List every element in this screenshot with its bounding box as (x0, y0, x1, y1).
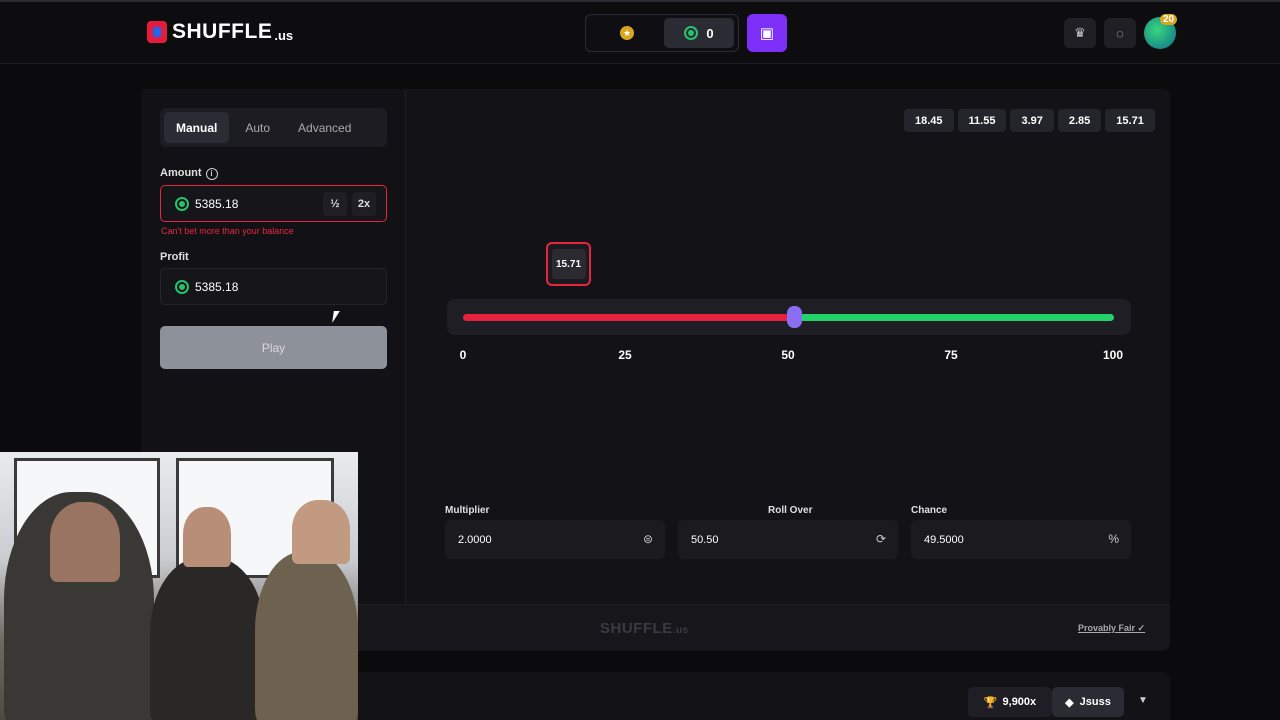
rollover-field[interactable]: 50.50 ⟳ (678, 520, 898, 559)
chat-icon: ◌ (1116, 25, 1124, 41)
profit-label: Profit (160, 251, 189, 263)
profit-field[interactable]: 5385.18 (160, 268, 387, 305)
logo-mark-icon (147, 21, 167, 43)
top-multiplier-value: 9,900x (1002, 696, 1037, 708)
wallet-selector[interactable]: ★ 0 (585, 14, 739, 52)
footer-logo: SHUFFLE.us (600, 620, 689, 637)
streamer-left-face (50, 502, 120, 582)
multiplier-value[interactable]: 2.0000 (458, 534, 492, 546)
top-user[interactable]: ◆ Jsuss (1052, 687, 1124, 717)
logo-suffix: .us (274, 27, 294, 43)
diamond-icon: ◆ (1065, 696, 1074, 709)
result-value: 15.71 (551, 249, 586, 279)
chance-field[interactable]: 49.5000 % (911, 520, 1131, 559)
chance-value[interactable]: 49.5000 (924, 534, 964, 546)
slider-handle[interactable] (787, 306, 802, 328)
footer-logo-text: SHUFFLE (600, 620, 673, 637)
play-button[interactable]: Play (160, 326, 387, 369)
webcam-overlay (0, 452, 358, 720)
vip-button[interactable]: ♛ (1064, 18, 1096, 48)
top-user-name: Jsuss (1079, 696, 1111, 708)
gold-coin-icon[interactable]: ★ (620, 26, 634, 40)
profit-value: 5385.18 (195, 279, 239, 294)
streamer-middle (150, 557, 265, 720)
top-multiplier[interactable]: 🏆 9,900x (968, 687, 1052, 717)
multiplier-icon: ⊜ (642, 532, 653, 546)
wallet-icon: ▣ (759, 25, 775, 42)
trophy-icon: 🏆 (983, 696, 998, 709)
amount-error: Can't bet more than your balance (161, 226, 294, 236)
percent-suffix: % (1108, 532, 1119, 546)
result-history: 18.45 11.55 3.97 2.85 15.71 (904, 109, 1155, 132)
crown-icon: ♛ (1074, 25, 1086, 40)
site-logo[interactable]: SHUFFLE .us (147, 20, 293, 44)
slider-tick: 100 (1102, 348, 1124, 362)
green-coin-icon (175, 279, 189, 294)
bet-mode-tabs: Manual Auto Advanced (160, 108, 387, 147)
streamer-right-face (292, 500, 350, 564)
tab-manual[interactable]: Manual (164, 112, 230, 143)
amount-value[interactable]: 5385.18 (195, 197, 238, 211)
balance-display[interactable]: 0 (664, 18, 734, 48)
provably-fair-label: Provably Fair (1078, 623, 1136, 633)
provably-fair-link[interactable]: Provably Fair ✓ (1078, 623, 1145, 634)
chat-button[interactable]: ◌ (1104, 18, 1136, 48)
slider-tick: 0 (459, 348, 467, 362)
chevron-down-icon[interactable]: ▼ (1138, 695, 1148, 706)
history-chip[interactable]: 11.55 (957, 109, 1007, 132)
slider-win-zone (795, 314, 1114, 321)
multiplier-label: Multiplier (445, 505, 490, 516)
check-icon: ✓ (1137, 623, 1146, 633)
slider-tick: 50 (781, 348, 795, 362)
green-coin-icon (175, 196, 189, 211)
amount-label: Amount (160, 167, 202, 179)
multiplier-field[interactable]: 2.0000 ⊜ (445, 520, 665, 559)
info-icon[interactable]: i (205, 168, 218, 180)
history-chip[interactable]: 2.85 (1057, 109, 1102, 132)
streamer-right (255, 552, 358, 720)
avatar-level-badge: 20 (1160, 14, 1178, 25)
result-marker: 15.71 (546, 242, 591, 286)
logo-text: SHUFFLE (172, 20, 273, 43)
footer-logo-suffix: .us (672, 625, 689, 636)
wallet-button[interactable]: ▣ (747, 14, 787, 52)
streamer-middle-face (183, 507, 231, 567)
history-chip[interactable]: 3.97 (1010, 109, 1054, 132)
rollover-value[interactable]: 50.50 (691, 534, 719, 546)
history-chip[interactable]: 15.71 (1105, 109, 1155, 132)
tab-auto[interactable]: Auto (233, 112, 282, 143)
history-chip[interactable]: 18.45 (904, 109, 954, 132)
slider-tick: 75 (944, 348, 958, 362)
rollover-label: Roll Over (768, 505, 813, 516)
slider-tick: 25 (618, 348, 632, 362)
double-button[interactable]: 2x (352, 192, 376, 216)
half-button[interactable]: ½ (323, 192, 347, 216)
green-coin-icon (684, 26, 699, 40)
tab-advanced[interactable]: Advanced (286, 112, 363, 143)
swap-icon[interactable]: ⟳ (876, 532, 886, 546)
amount-label-row: Amount i (160, 167, 218, 180)
amount-input[interactable]: 5385.18 ½ 2x (160, 185, 387, 222)
chance-label: Chance (911, 505, 948, 516)
slider-loss-zone (463, 314, 795, 321)
balance-value: 0 (706, 25, 714, 41)
